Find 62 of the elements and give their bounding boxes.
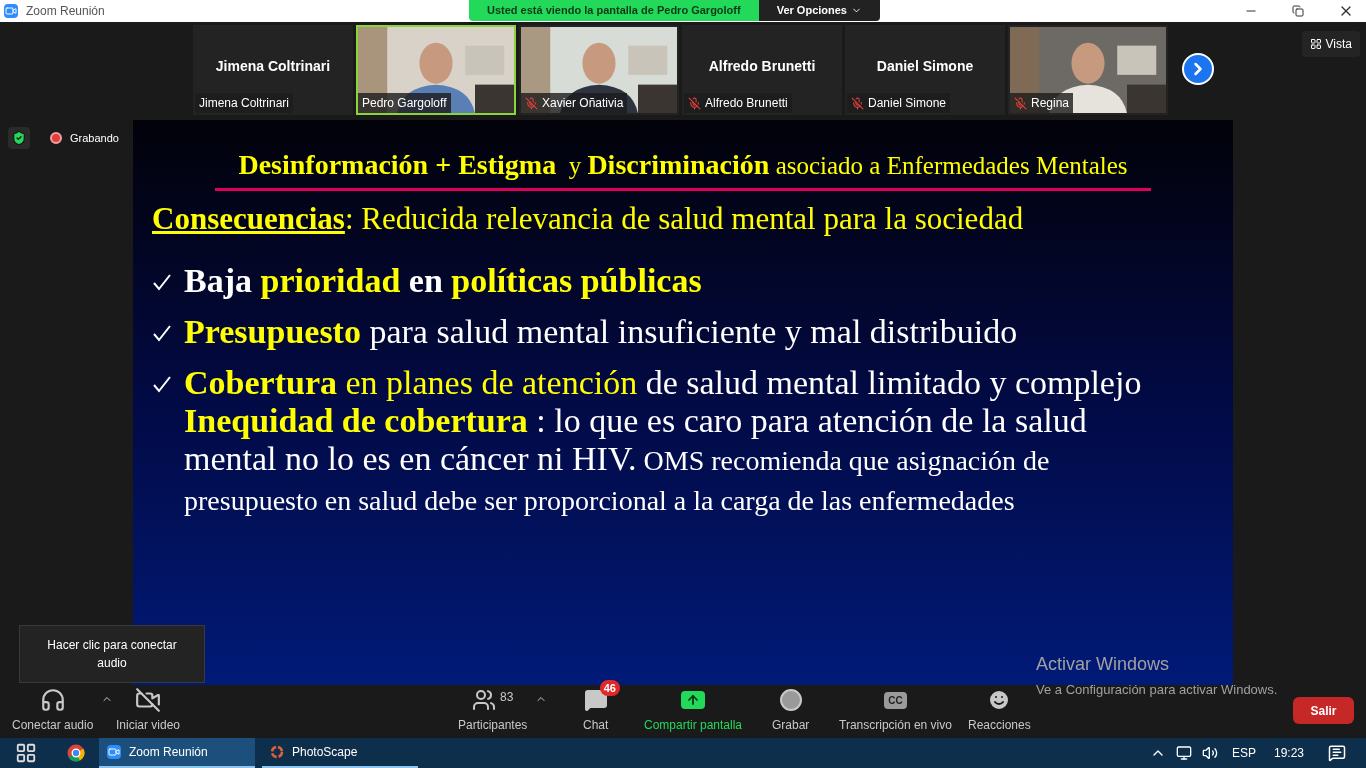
toolbar-button[interactable]: Iniciar video bbox=[114, 681, 183, 734]
participant-name: Alfredo Brunetti bbox=[708, 56, 816, 76]
name-label: Pedro Gargoloff bbox=[358, 93, 451, 113]
toolbar-button[interactable]: Grabar bbox=[770, 681, 812, 734]
grid-icon bbox=[1309, 38, 1322, 50]
name-label: Daniel Simone bbox=[847, 93, 951, 113]
notifications-icon[interactable] bbox=[1328, 744, 1346, 762]
video-tile[interactable]: Jimena Coltrinari Jimena Coltrinari bbox=[193, 25, 353, 115]
toolbar-button[interactable]: Reacciones bbox=[966, 681, 1033, 734]
captions-icon: CC bbox=[884, 691, 907, 709]
view-button[interactable]: Vista bbox=[1301, 31, 1360, 57]
toolbar-button[interactable]: Conectar audio bbox=[10, 681, 96, 734]
leave-button[interactable]: Salir bbox=[1293, 697, 1354, 724]
participant-name: Jimena Coltrinari bbox=[215, 56, 331, 76]
toolbar-button[interactable]: CC Transcripción en vivo bbox=[837, 681, 954, 734]
video-tile[interactable]: Alfredo Brunetti Alfredo Brunetti bbox=[682, 25, 842, 115]
name-label: Alfredo Brunetti bbox=[684, 93, 792, 113]
next-page-button[interactable] bbox=[1182, 53, 1214, 85]
name-label: Xavier Oñativia bbox=[521, 93, 628, 113]
encryption-shield-icon bbox=[8, 127, 30, 149]
volume-icon[interactable] bbox=[1201, 745, 1218, 761]
bullet-text: Cobertura en planes de atención de salud mental limitado y complejo bbox=[184, 362, 1142, 403]
taskbar-app[interactable]: Zoom Reunión bbox=[99, 738, 255, 768]
taskbar-app[interactable]: PhotoScape bbox=[262, 738, 418, 768]
zoom-logo-icon bbox=[107, 745, 121, 759]
language-indicator[interactable]: ESP bbox=[1231, 744, 1256, 762]
view-options-button[interactable]: Ver Opciones bbox=[758, 0, 880, 21]
slide-title: Desinformación + Estigma y Discriminación asociado a Enfermedades Mentales bbox=[238, 148, 1128, 182]
record-icon bbox=[778, 688, 803, 712]
name-label: Regina bbox=[1010, 93, 1074, 113]
headphones-icon bbox=[39, 687, 66, 713]
restore-icon[interactable] bbox=[1292, 5, 1304, 17]
participant-count: 83 bbox=[500, 689, 514, 706]
photoscape-logo-icon bbox=[270, 745, 284, 759]
recording-label: Grabando bbox=[70, 130, 119, 146]
bullet-text: Presupuesto para salud mental insuficiente y mal distribuido bbox=[184, 311, 1018, 352]
clock[interactable]: 19:23 bbox=[1273, 744, 1304, 762]
network-icon[interactable] bbox=[1175, 745, 1192, 761]
participant-name: Daniel Simone bbox=[876, 56, 974, 76]
toolbar-button[interactable]: 83 Participantes bbox=[456, 681, 530, 734]
name-label: Jimena Coltrinari bbox=[195, 93, 294, 113]
video-tile[interactable]: Regina bbox=[1008, 25, 1168, 115]
bullet-text: Baja prioridad en políticas públicas bbox=[184, 260, 702, 301]
zoom-logo-icon bbox=[4, 4, 18, 18]
activation-title: Activar Windows bbox=[1036, 652, 1171, 676]
share-banner: Usted está viendo la pantalla de Pedro Gargoloff bbox=[469, 0, 759, 21]
video-off-icon bbox=[135, 687, 161, 713]
toolbar-button[interactable]: Compartir pantalla bbox=[642, 681, 745, 734]
subtitle-text: : Reducida relevancia de salud mental para la sociedad bbox=[344, 200, 1024, 238]
participants-icon bbox=[472, 688, 496, 712]
subtitle-lead: Consecuencias bbox=[152, 200, 345, 238]
toolbar-button[interactable]: 46 Chat bbox=[569, 681, 623, 734]
task-view-icon[interactable] bbox=[15, 742, 37, 764]
tooltip: Hacer clic para conectar audio bbox=[19, 625, 205, 683]
activation-text: Ve a Configuración para activar Windows. bbox=[1036, 680, 1278, 699]
video-tile[interactable]: Daniel Simone Daniel Simone bbox=[845, 25, 1005, 115]
video-tile[interactable]: Pedro Gargoloff bbox=[356, 25, 516, 115]
share-screen-icon bbox=[681, 691, 705, 709]
browser-icon[interactable] bbox=[67, 744, 85, 762]
video-tile[interactable]: Xavier Oñativia bbox=[519, 25, 679, 115]
slide-paragraph: Inequidad de cobertura : lo que es caro para atención de la salud mental no lo es en cáncer ni HIV. OMS recomienda que asignación de presupuesto en salud debe ser proporcional a la carga de las enfermedades bbox=[184, 401, 1088, 518]
window-title: Zoom Reunión bbox=[26, 3, 105, 20]
